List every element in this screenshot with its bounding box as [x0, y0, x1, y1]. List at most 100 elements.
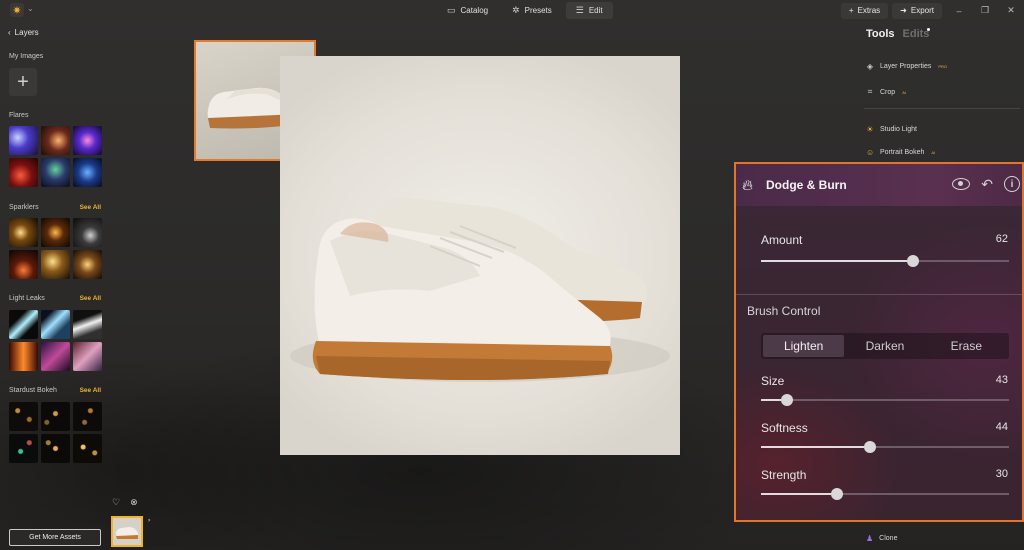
- tool-crop[interactable]: ⌗ Crop AI: [866, 87, 906, 97]
- asset-thumb[interactable]: [9, 434, 38, 463]
- mode-lighten[interactable]: Lighten: [763, 335, 845, 357]
- tab-edit-label: Edit: [588, 6, 603, 15]
- tool-label: Clone: [879, 535, 898, 542]
- see-all-stardust-bokeh-link[interactable]: See All: [80, 387, 101, 394]
- get-more-assets-button[interactable]: Get More Assets: [9, 529, 101, 546]
- close-icon[interactable]: ✕: [998, 5, 1024, 16]
- crop-icon: ⌗: [867, 87, 873, 96]
- flares-grid: [9, 126, 102, 187]
- section-divider: [736, 294, 1022, 295]
- main-photo-canvas[interactable]: [280, 56, 680, 455]
- edited-icon: ⸗: [148, 517, 151, 524]
- asset-thumb[interactable]: [9, 342, 38, 371]
- size-label: Size: [761, 374, 785, 388]
- asset-thumb[interactable]: [41, 126, 70, 155]
- tool-clone[interactable]: ♟ Clone: [866, 534, 897, 543]
- sparklers-grid: [9, 218, 102, 279]
- filmstrip-thumb[interactable]: ⸗: [145, 516, 177, 547]
- light-leaks-grid: [9, 310, 102, 371]
- asset-thumb[interactable]: [41, 250, 70, 279]
- tab-tools[interactable]: Tools: [866, 28, 895, 40]
- info-icon[interactable]: i: [1004, 176, 1020, 192]
- restore-icon[interactable]: ❐: [972, 5, 998, 16]
- eye-icon[interactable]: [952, 178, 971, 190]
- heart-icon[interactable]: ♡: [112, 497, 120, 508]
- asset-thumb[interactable]: [9, 402, 38, 431]
- asset-thumb[interactable]: [9, 126, 38, 155]
- tool-label: Portrait Bokeh: [880, 149, 925, 156]
- pro-badge: PRO: [938, 64, 948, 69]
- asset-thumb[interactable]: [73, 126, 102, 155]
- presets-icon: ✲: [512, 5, 520, 15]
- right-panel-tabs: Tools Edits: [866, 28, 930, 40]
- slider-fill: [761, 260, 907, 262]
- asset-thumb[interactable]: [73, 310, 102, 339]
- back-button[interactable]: ‹ Layers: [8, 28, 39, 37]
- add-image-button[interactable]: +: [9, 68, 37, 96]
- mode-darken[interactable]: Darken: [844, 335, 925, 357]
- asset-thumb[interactable]: [41, 158, 70, 187]
- tool-layer-properties[interactable]: ◈ Layer Properties PRO: [866, 62, 947, 71]
- asset-thumb[interactable]: [41, 218, 70, 247]
- reject-icon[interactable]: ⊗: [130, 497, 138, 508]
- asset-thumb[interactable]: [73, 342, 102, 371]
- asset-thumb[interactable]: [9, 310, 38, 339]
- back-label: Layers: [14, 28, 39, 37]
- asset-thumb[interactable]: [41, 434, 70, 463]
- panel-header-actions: ↶ i: [952, 176, 1020, 193]
- tab-presets[interactable]: ✲ Presets: [502, 2, 562, 19]
- edits-indicator-dot: [927, 28, 930, 31]
- amount-slider[interactable]: [761, 255, 1009, 267]
- asset-thumb[interactable]: [41, 310, 70, 339]
- asset-thumb[interactable]: [73, 434, 102, 463]
- export-button[interactable]: ➜ Export: [892, 2, 942, 19]
- tab-edits[interactable]: Edits: [903, 28, 930, 40]
- extras-button[interactable]: + Extras: [840, 2, 889, 19]
- slider-knob[interactable]: [831, 488, 843, 500]
- see-all-light-leaks-link[interactable]: See All: [80, 295, 101, 302]
- slider-fill: [761, 493, 831, 495]
- my-images-title: My Images: [9, 53, 44, 60]
- asset-thumb[interactable]: [9, 158, 38, 187]
- asset-thumb[interactable]: [41, 402, 70, 431]
- asset-thumb[interactable]: [73, 402, 102, 431]
- section-title-stardust-bokeh: Stardust Bokeh: [9, 387, 57, 394]
- softness-slider[interactable]: [761, 441, 1009, 453]
- brush-control-title: Brush Control: [747, 304, 821, 318]
- tab-catalog[interactable]: ▭ Catalog: [437, 2, 498, 19]
- size-slider[interactable]: [761, 394, 1009, 406]
- asset-thumb[interactable]: [73, 218, 102, 247]
- chevron-down-icon[interactable]: ⌄: [27, 4, 34, 13]
- slider-knob[interactable]: [864, 441, 876, 453]
- tool-studio-light[interactable]: ☀ Studio Light: [866, 125, 917, 134]
- portrait-bokeh-icon: ☺: [866, 148, 875, 157]
- asset-thumb[interactable]: [9, 218, 38, 247]
- flame-icon: 🔥︎: [742, 176, 754, 194]
- mode-erase[interactable]: Erase: [926, 335, 1007, 357]
- asset-thumb[interactable]: [73, 250, 102, 279]
- slider-track: [761, 399, 1009, 401]
- undo-icon[interactable]: ↶: [981, 176, 993, 193]
- strength-slider[interactable]: [761, 488, 1009, 500]
- tab-edit[interactable]: ☰ Edit: [565, 2, 613, 19]
- asset-thumb[interactable]: [73, 158, 102, 187]
- tools-divider: [864, 108, 1020, 109]
- slider-fill: [761, 399, 781, 401]
- panel-header: 🔥︎ Dodge & Burn ↶ i: [736, 164, 1022, 206]
- asset-thumb[interactable]: [9, 250, 38, 279]
- asset-thumb[interactable]: [41, 342, 70, 371]
- dodge-burn-panel: 🔥︎ Dodge & Burn ↶ i Amount 62 Brush Cont…: [734, 162, 1024, 522]
- catalog-icon: ▭: [447, 5, 456, 15]
- section-title-light-leaks: Light Leaks: [9, 295, 45, 302]
- slider-knob[interactable]: [907, 255, 919, 267]
- tool-label: Crop: [880, 88, 896, 96]
- filmstrip-thumb-selected[interactable]: [111, 516, 143, 547]
- app-logo-icon[interactable]: ✷: [10, 3, 24, 17]
- tool-portrait-bokeh[interactable]: ☺ Portrait Bokeh AI: [866, 148, 935, 157]
- export-label: Export: [910, 6, 934, 15]
- see-all-sparklers-link[interactable]: See All: [80, 204, 101, 211]
- slider-knob[interactable]: [781, 394, 793, 406]
- layers-icon: ◈: [866, 62, 874, 71]
- minimize-icon[interactable]: –: [946, 6, 972, 16]
- tab-presets-label: Presets: [524, 6, 552, 15]
